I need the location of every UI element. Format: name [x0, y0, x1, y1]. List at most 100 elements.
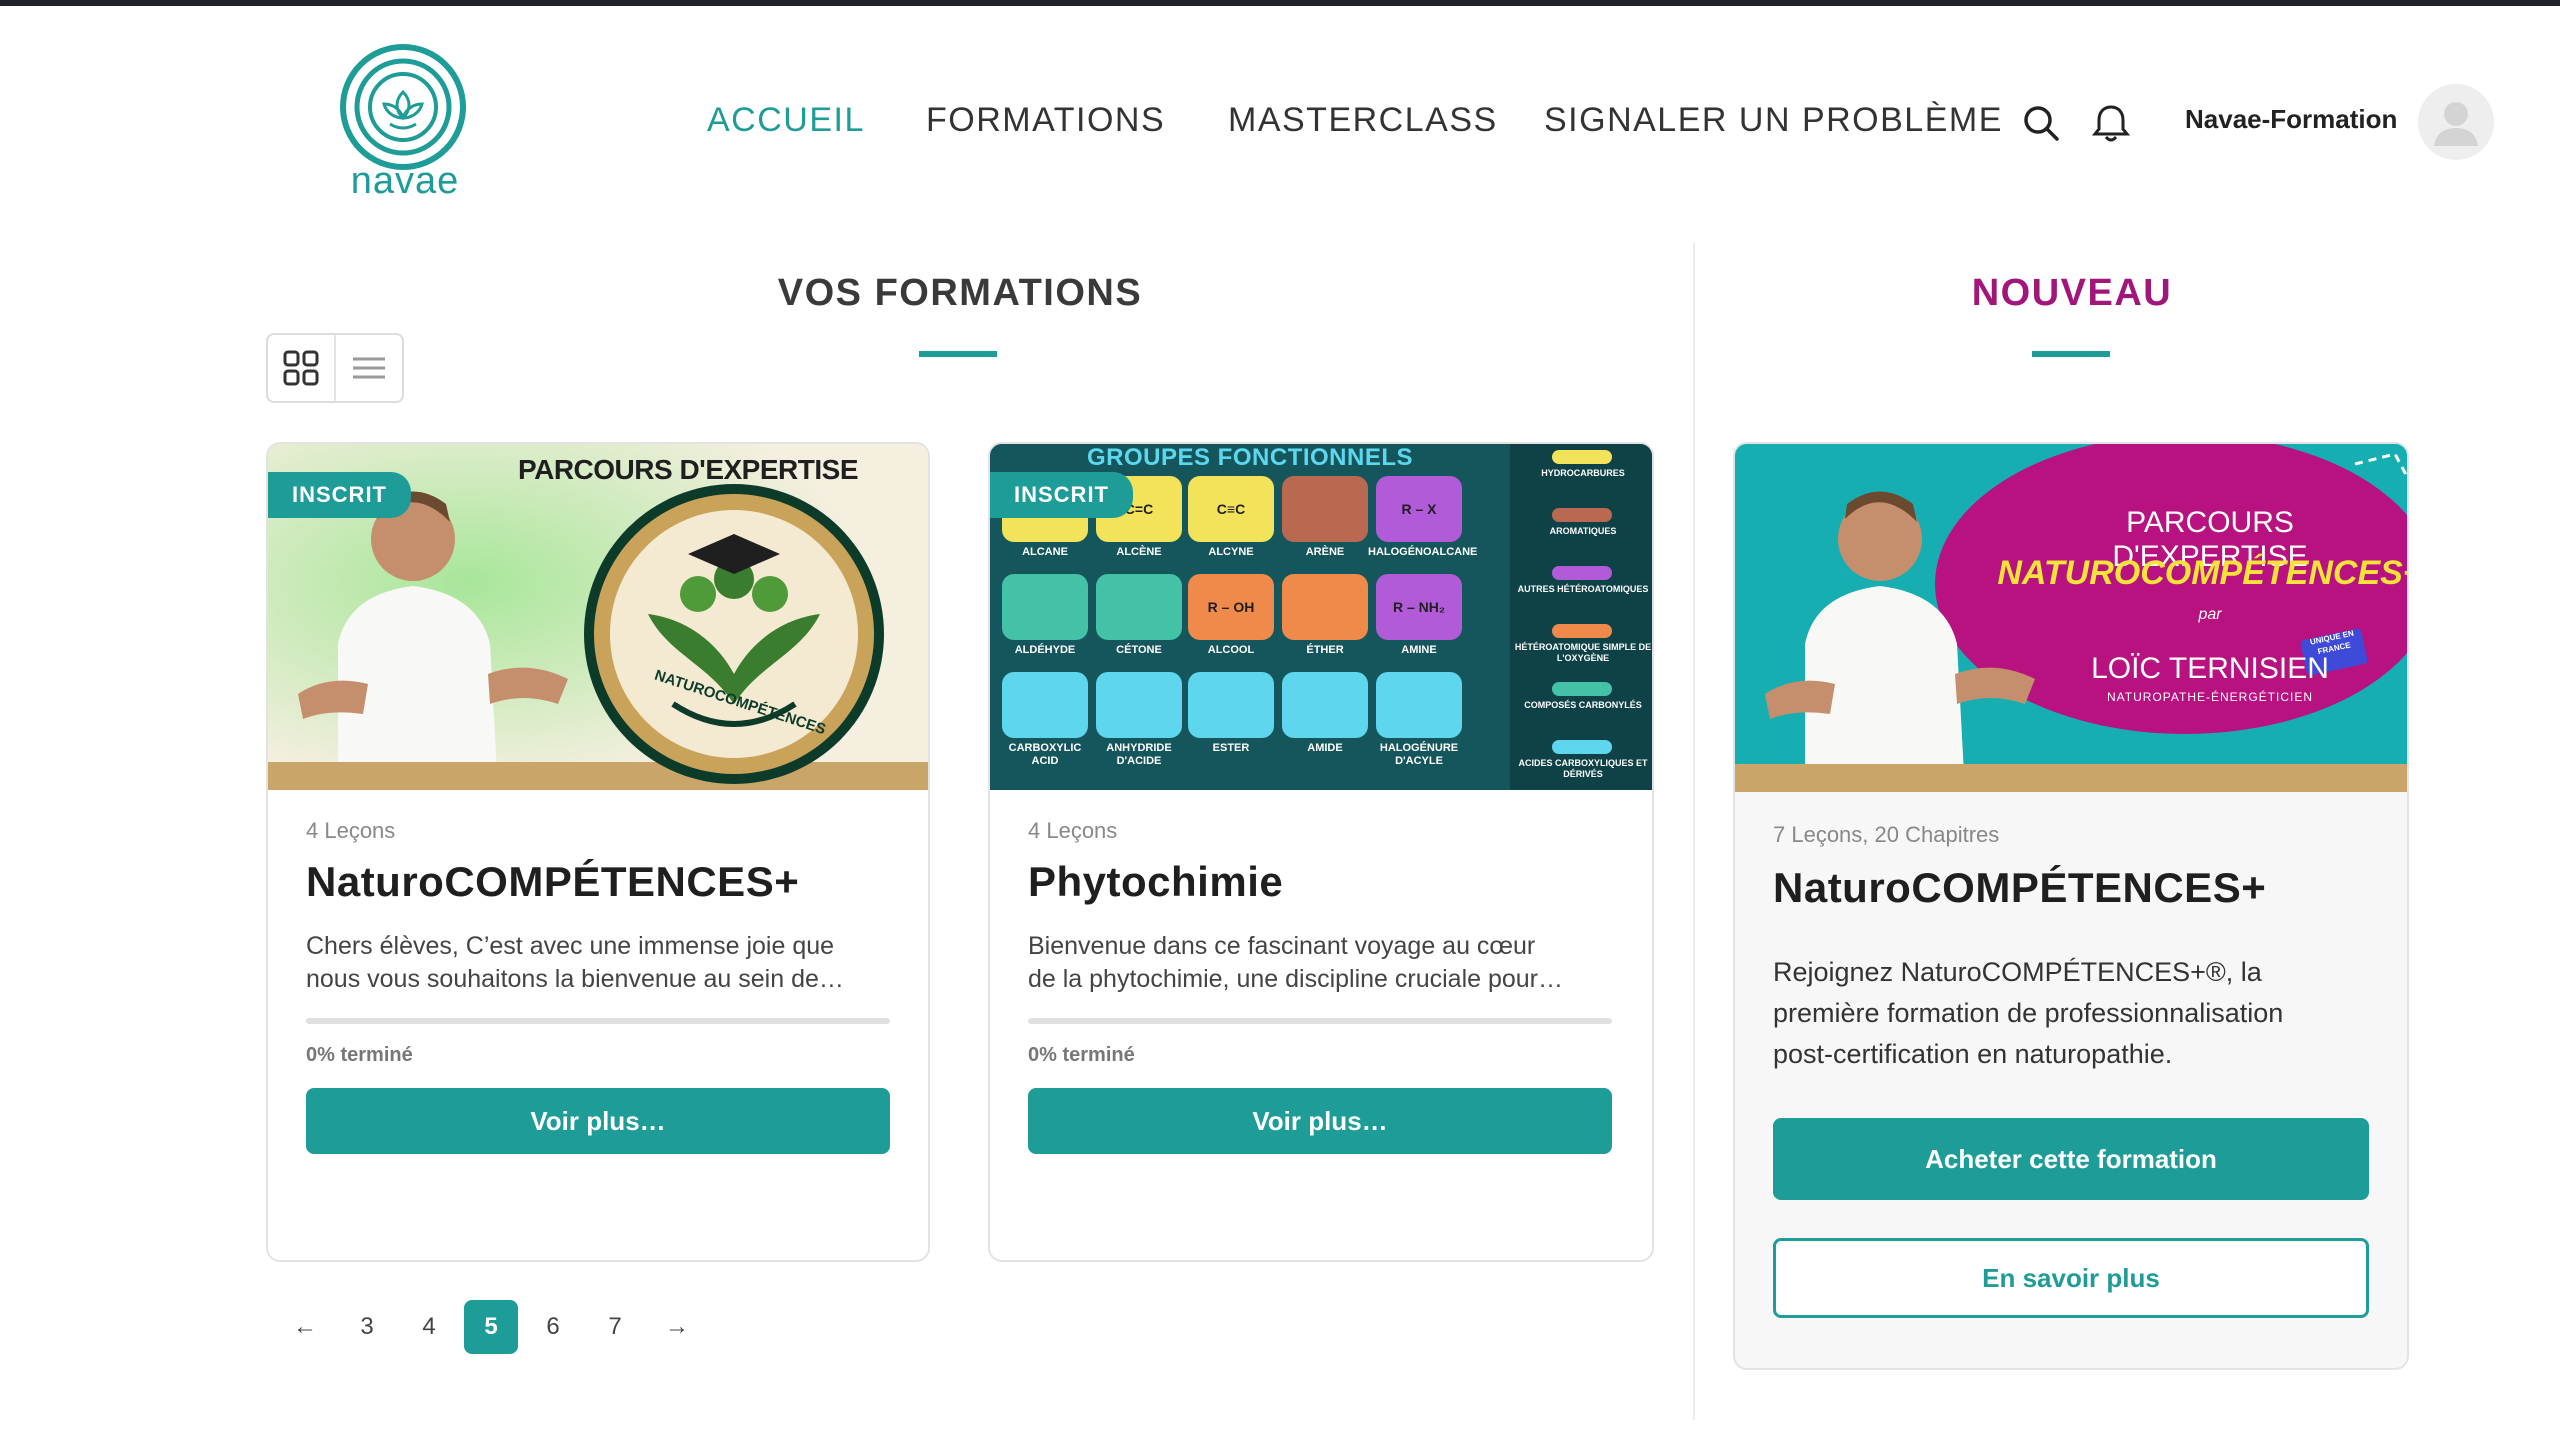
functional-group-label: ALCOOL — [1207, 644, 1255, 656]
course-title[interactable]: NaturoCOMPÉTENCES+ — [306, 858, 799, 906]
buy-course-button[interactable]: Acheter cette formation — [1773, 1118, 2369, 1200]
pagination-page-current[interactable]: 5 — [464, 1300, 518, 1354]
voir-plus-button[interactable]: Voir plus… — [1028, 1088, 1612, 1154]
main-nav-masterclass: MASTERCLASS — [1228, 96, 1498, 144]
course-description-line: première formation de professionnalisati… — [1773, 998, 2284, 1028]
functional-group-label: CARBOXYLIC ACID — [1008, 742, 1082, 767]
search-button[interactable] — [2016, 98, 2066, 148]
course-description: Bienvenue dans ce fascinant voyage au cœ… — [1028, 930, 1563, 996]
course-description-line: Rejoignez NaturoCOMPÉTENCES+®, la — [1773, 957, 2262, 987]
learn-more-button[interactable]: En savoir plus — [1773, 1238, 2369, 1318]
course-title[interactable]: Phytochimie — [1028, 858, 1283, 906]
functional-group-cell — [1002, 672, 1088, 738]
course-meta: 4 Leçons — [1028, 818, 1118, 843]
nav-accueil[interactable]: ACCUEIL — [707, 101, 865, 140]
pagination-page[interactable]: 3 — [340, 1300, 394, 1354]
legend-label: HÉTÉROATOMIQUE SIMPLE DE L'OXYGÈNE — [1514, 642, 1652, 663]
search-icon — [2024, 106, 2059, 141]
functional-group-label: ALDÉHYDE — [1014, 644, 1076, 656]
main-nav: ACCUEIL — [707, 96, 865, 144]
functional-group-cell — [1282, 672, 1368, 738]
functional-group-label: ESTER — [1212, 742, 1250, 754]
functional-group-label: ALCYNE — [1208, 546, 1254, 558]
title-underline — [919, 351, 997, 357]
functional-group-label: HALOGÉNOALCANE — [1368, 546, 1478, 558]
functional-group-cell — [1188, 672, 1274, 738]
functional-group-cell — [1096, 574, 1182, 640]
pagination-prev[interactable]: ← — [278, 1300, 332, 1354]
functional-group-cell — [1282, 476, 1368, 542]
legend-label: ACIDES CARBOXYLIQUES ET DÉRIVÉS — [1518, 758, 1648, 779]
username[interactable]: Navae-Formation — [2185, 104, 2397, 135]
featured-course-card[interactable]: PARCOURS D'EXPERTISE NATUROCOMPÉTENCES+ … — [1733, 442, 2409, 1370]
user-avatar[interactable] — [2418, 84, 2494, 160]
progress-label: 0% terminé — [306, 1044, 413, 1066]
notifications-button[interactable] — [2086, 98, 2136, 148]
pagination-page[interactable]: 6 — [526, 1300, 580, 1354]
functional-group-label: ARÈNE — [1305, 546, 1345, 558]
thumbnail-role: NATUROPATHE-ÉNERGÉTICIEN — [2106, 690, 2313, 704]
legend-label: AROMATIQUES — [1549, 526, 1617, 536]
enrolled-badge: INSCRIT — [268, 472, 411, 518]
course-description-line: de la phytochimie, une discipline crucia… — [1028, 965, 1564, 993]
functional-group-label: AMINE — [1401, 644, 1437, 656]
legend-label: AUTRES HÉTÉROATOMIQUES — [1517, 584, 1649, 594]
bell-icon — [2092, 105, 2130, 142]
view-toggle — [266, 333, 404, 403]
progress-label: 0% terminé — [1028, 1044, 1135, 1066]
functional-group-label: ALCANE — [1022, 546, 1068, 558]
enrolled-badge: INSCRIT — [990, 472, 1133, 518]
thumbnail-heading: GROUPES FONCTIONNELS — [1086, 444, 1414, 471]
functional-group-label: ALCÈNE — [1116, 546, 1162, 558]
user-avatar-icon — [2434, 102, 2478, 146]
pagination-page[interactable]: 7 — [588, 1300, 642, 1354]
pagination-page[interactable]: 4 — [402, 1300, 456, 1354]
thumbnail-title: NATUROCOMPÉTENCES+ — [1997, 554, 2407, 592]
section-title-vos-formations: VOS FORMATIONS — [777, 272, 1143, 314]
brand-name: navae — [350, 160, 460, 202]
course-card[interactable]: GROUPES FONCTIONNELS ALCANE C=C ALCÈNE C≡C A… — [988, 442, 1654, 1262]
grid-view-icon — [283, 350, 319, 386]
functional-group-cell: R – OH — [1188, 574, 1274, 640]
nav-formations[interactable]: FORMATIONS — [926, 101, 1165, 140]
functional-group-cell — [1282, 574, 1368, 640]
grid-view-button[interactable] — [268, 335, 334, 401]
course-meta: 7 Leçons, 20 Chapitres — [1773, 822, 2000, 847]
list-view-button[interactable] — [334, 335, 402, 401]
course-description-line: Bienvenue dans ce fascinant voyage au cœ… — [1028, 932, 1536, 960]
legend-label: HYDROCARBURES — [1541, 468, 1625, 478]
voir-plus-button[interactable]: Voir plus… — [306, 1088, 890, 1154]
main-nav-formations: FORMATIONS — [926, 96, 1165, 144]
title-underline — [2032, 351, 2110, 357]
pagination-next[interactable]: → — [650, 1300, 704, 1354]
legend-swatch — [1552, 566, 1612, 580]
nav-signaler-probleme[interactable]: SIGNALER UN PROBLÈME — [1544, 101, 2003, 140]
main-nav-report: SIGNALER UN PROBLÈME — [1544, 96, 2003, 144]
legend-swatch — [1552, 740, 1612, 754]
nav-masterclass[interactable]: MASTERCLASS — [1228, 101, 1498, 140]
window-top-bar — [0, 0, 2560, 6]
column-divider — [1693, 242, 1695, 1420]
course-description: Chers élèves, C’est avec une immense joi… — [306, 930, 844, 996]
functional-group-cell — [1096, 672, 1182, 738]
thumbnail-heading: PARCOURS D'EXPERTISE — [518, 454, 858, 485]
functional-group-cell — [1376, 672, 1462, 738]
legend-label: COMPOSÉS CARBONYLÉS — [1524, 700, 1642, 710]
course-description-line: nous vous souhaitons la bienvenue au sei… — [306, 965, 844, 993]
leaf-logo-icon — [340, 44, 466, 170]
legend-swatch — [1552, 450, 1612, 464]
featured-thumbnail[interactable]: PARCOURS D'EXPERTISE NATUROCOMPÉTENCES+ … — [1735, 444, 2407, 792]
functional-group-label: AMIDE — [1307, 742, 1343, 754]
course-title[interactable]: NaturoCOMPÉTENCES+ — [1773, 864, 2266, 912]
functional-group-label: ÉTHER — [1306, 644, 1344, 656]
legend-swatch — [1552, 624, 1612, 638]
progress-bar — [1028, 1018, 1612, 1024]
pagination: ← 3 4 5 6 7 → — [278, 1300, 712, 1354]
course-card[interactable]: PARCOURS D'EXPERTISE NATUROCOMPÉTENCES I… — [266, 442, 930, 1262]
functional-group-cell — [1002, 574, 1088, 640]
course-description-line: post-certification en naturopathie. — [1773, 1039, 2173, 1069]
course-description: Rejoignez NaturoCOMPÉTENCES+®, la premiè… — [1773, 952, 2283, 1075]
progress-bar — [306, 1018, 890, 1024]
course-meta: 4 Leçons — [306, 818, 396, 843]
section-title-nouveau: NOUVEAU — [1971, 272, 2173, 314]
